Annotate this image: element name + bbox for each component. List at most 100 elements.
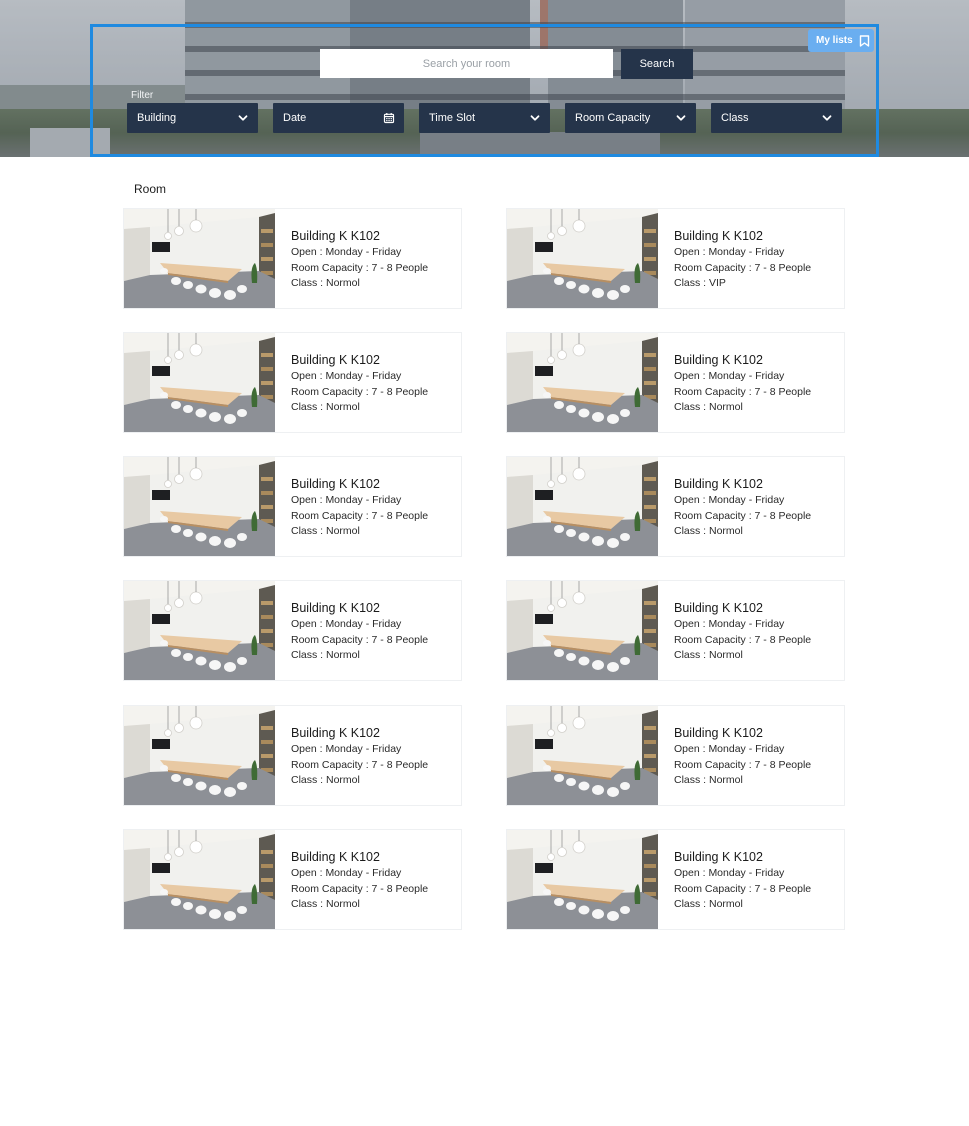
- room-class: Class : Normol: [291, 897, 360, 910]
- room-card[interactable]: Building K K102 Open : Monday - Friday Roo…: [123, 705, 462, 806]
- room-class: Class : Normol: [291, 400, 360, 413]
- room-card[interactable]: Building K K102 Open : Monday - Friday Roo…: [506, 332, 845, 433]
- room-photo[interactable]: [507, 706, 658, 805]
- room-open-days: Open : Monday - Friday: [291, 618, 402, 631]
- room-open-days: Open : Monday - Friday: [291, 494, 402, 507]
- room-photo[interactable]: [507, 209, 658, 308]
- room-class: Class : Normol: [674, 648, 743, 661]
- bookmark-icon: [859, 34, 869, 47]
- room-section-title: Room: [134, 182, 167, 196]
- filter-building-dropdown[interactable]: Building: [127, 103, 258, 133]
- room-open-days: Open : Monday - Friday: [674, 618, 785, 631]
- room-card[interactable]: Building K K102 Open : Monday - Friday Roo…: [123, 332, 462, 433]
- room-photo[interactable]: [124, 830, 275, 929]
- room-info: Building K K102 Open : Monday - Friday Roo…: [658, 706, 811, 805]
- room-name[interactable]: Building K K102: [291, 353, 428, 368]
- room-capacity: Room Capacity : 7 - 8 People: [291, 633, 429, 646]
- room-capacity: Room Capacity : 7 - 8 People: [674, 385, 812, 398]
- room-class: Class : Normol: [674, 773, 743, 786]
- chevron-down-icon: [676, 115, 686, 121]
- room-class: Class : VIP: [674, 276, 726, 289]
- room-info: Building K K102 Open : Monday - Friday Roo…: [275, 457, 428, 556]
- room-info: Building K K102 Open : Monday - Friday Roo…: [275, 209, 428, 308]
- room-photo[interactable]: [124, 581, 275, 680]
- room-capacity: Room Capacity : 7 - 8 People: [674, 261, 812, 274]
- calendar-icon: [383, 113, 395, 124]
- chevron-down-icon: [238, 115, 248, 121]
- room-name[interactable]: Building K K102: [291, 477, 428, 492]
- room-name[interactable]: Building K K102: [674, 726, 811, 741]
- room-card[interactable]: Building K K102 Open : Monday - Friday Roo…: [506, 580, 845, 681]
- room-card[interactable]: Building K K102 Open : Monday - Friday Roo…: [506, 456, 845, 557]
- room-photo[interactable]: [124, 706, 275, 805]
- room-open-days: Open : Monday - Friday: [291, 743, 402, 756]
- room-open-days: Open : Monday - Friday: [674, 246, 785, 259]
- room-card[interactable]: Building K K102 Open : Monday - Friday Roo…: [123, 829, 462, 930]
- filter-class-label: Class: [721, 112, 749, 124]
- room-class: Class : Normol: [674, 897, 743, 910]
- filter-room-capacity-label: Room Capacity: [575, 112, 651, 124]
- room-capacity: Room Capacity : 7 - 8 People: [291, 385, 429, 398]
- room-card[interactable]: Building K K102 Open : Monday - Friday Roo…: [506, 705, 845, 806]
- room-card[interactable]: Building K K102 Open : Monday - Friday Roo…: [123, 208, 462, 309]
- filter-time-slot-label: Time Slot: [429, 112, 476, 124]
- my-lists-label: My lists: [816, 35, 853, 46]
- room-name[interactable]: Building K K102: [674, 601, 811, 616]
- room-open-days: Open : Monday - Friday: [674, 743, 785, 756]
- room-photo[interactable]: [507, 581, 658, 680]
- room-photo[interactable]: [507, 830, 658, 929]
- room-info: Building K K102 Open : Monday - Friday Roo…: [658, 830, 811, 929]
- room-info: Building K K102 Open : Monday - Friday Roo…: [275, 581, 428, 680]
- chevron-down-icon: [822, 115, 832, 121]
- room-class: Class : Normol: [291, 276, 360, 289]
- room-capacity: Room Capacity : 7 - 8 People: [674, 758, 812, 771]
- room-class: Class : Normol: [674, 524, 743, 537]
- filter-time-slot-dropdown[interactable]: Time Slot: [419, 103, 550, 133]
- room-photo[interactable]: [124, 457, 275, 556]
- room-card[interactable]: Building K K102 Open : Monday - Friday Roo…: [506, 829, 845, 930]
- room-photo[interactable]: [507, 333, 658, 432]
- filter-date-picker[interactable]: Date: [273, 103, 404, 133]
- room-name[interactable]: Building K K102: [291, 850, 428, 865]
- room-capacity: Room Capacity : 7 - 8 People: [291, 261, 429, 274]
- room-class: Class : Normol: [291, 648, 360, 661]
- room-photo[interactable]: [507, 457, 658, 556]
- room-info: Building K K102 Open : Monday - Friday Roo…: [658, 209, 811, 308]
- room-class: Class : Normol: [291, 773, 360, 786]
- room-capacity: Room Capacity : 7 - 8 People: [291, 882, 429, 895]
- room-name[interactable]: Building K K102: [291, 229, 428, 244]
- room-capacity: Room Capacity : 7 - 8 People: [674, 882, 812, 895]
- filter-room-capacity-dropdown[interactable]: Room Capacity: [565, 103, 696, 133]
- room-info: Building K K102 Open : Monday - Friday Roo…: [658, 581, 811, 680]
- search-button[interactable]: Search: [621, 49, 693, 79]
- room-info: Building K K102 Open : Monday - Friday Roo…: [275, 706, 428, 805]
- chevron-down-icon: [530, 115, 540, 121]
- room-class: Class : Normol: [291, 524, 360, 537]
- room-open-days: Open : Monday - Friday: [674, 867, 785, 880]
- room-info: Building K K102 Open : Monday - Friday Roo…: [275, 830, 428, 929]
- room-card[interactable]: Building K K102 Open : Monday - Friday Roo…: [123, 456, 462, 557]
- room-name[interactable]: Building K K102: [674, 229, 811, 244]
- room-name[interactable]: Building K K102: [291, 726, 428, 741]
- room-name[interactable]: Building K K102: [674, 353, 811, 368]
- room-capacity: Room Capacity : 7 - 8 People: [674, 633, 812, 646]
- room-card[interactable]: Building K K102 Open : Monday - Friday Roo…: [123, 580, 462, 681]
- room-name[interactable]: Building K K102: [674, 477, 811, 492]
- room-card[interactable]: Building K K102 Open : Monday - Friday Roo…: [506, 208, 845, 309]
- filter-class-dropdown[interactable]: Class: [711, 103, 842, 133]
- room-open-days: Open : Monday - Friday: [291, 370, 402, 383]
- room-photo[interactable]: [124, 333, 275, 432]
- room-info: Building K K102 Open : Monday - Friday Roo…: [658, 333, 811, 432]
- room-capacity: Room Capacity : 7 - 8 People: [291, 509, 429, 522]
- room-info: Building K K102 Open : Monday - Friday Roo…: [658, 457, 811, 556]
- room-open-days: Open : Monday - Friday: [291, 246, 402, 259]
- room-name[interactable]: Building K K102: [291, 601, 428, 616]
- filter-label: Filter: [131, 90, 154, 101]
- room-capacity: Room Capacity : 7 - 8 People: [291, 758, 429, 771]
- room-open-days: Open : Monday - Friday: [291, 867, 402, 880]
- my-lists-button[interactable]: My lists: [808, 29, 874, 52]
- room-photo[interactable]: [124, 209, 275, 308]
- room-open-days: Open : Monday - Friday: [674, 370, 785, 383]
- room-name[interactable]: Building K K102: [674, 850, 811, 865]
- search-input[interactable]: [320, 49, 613, 78]
